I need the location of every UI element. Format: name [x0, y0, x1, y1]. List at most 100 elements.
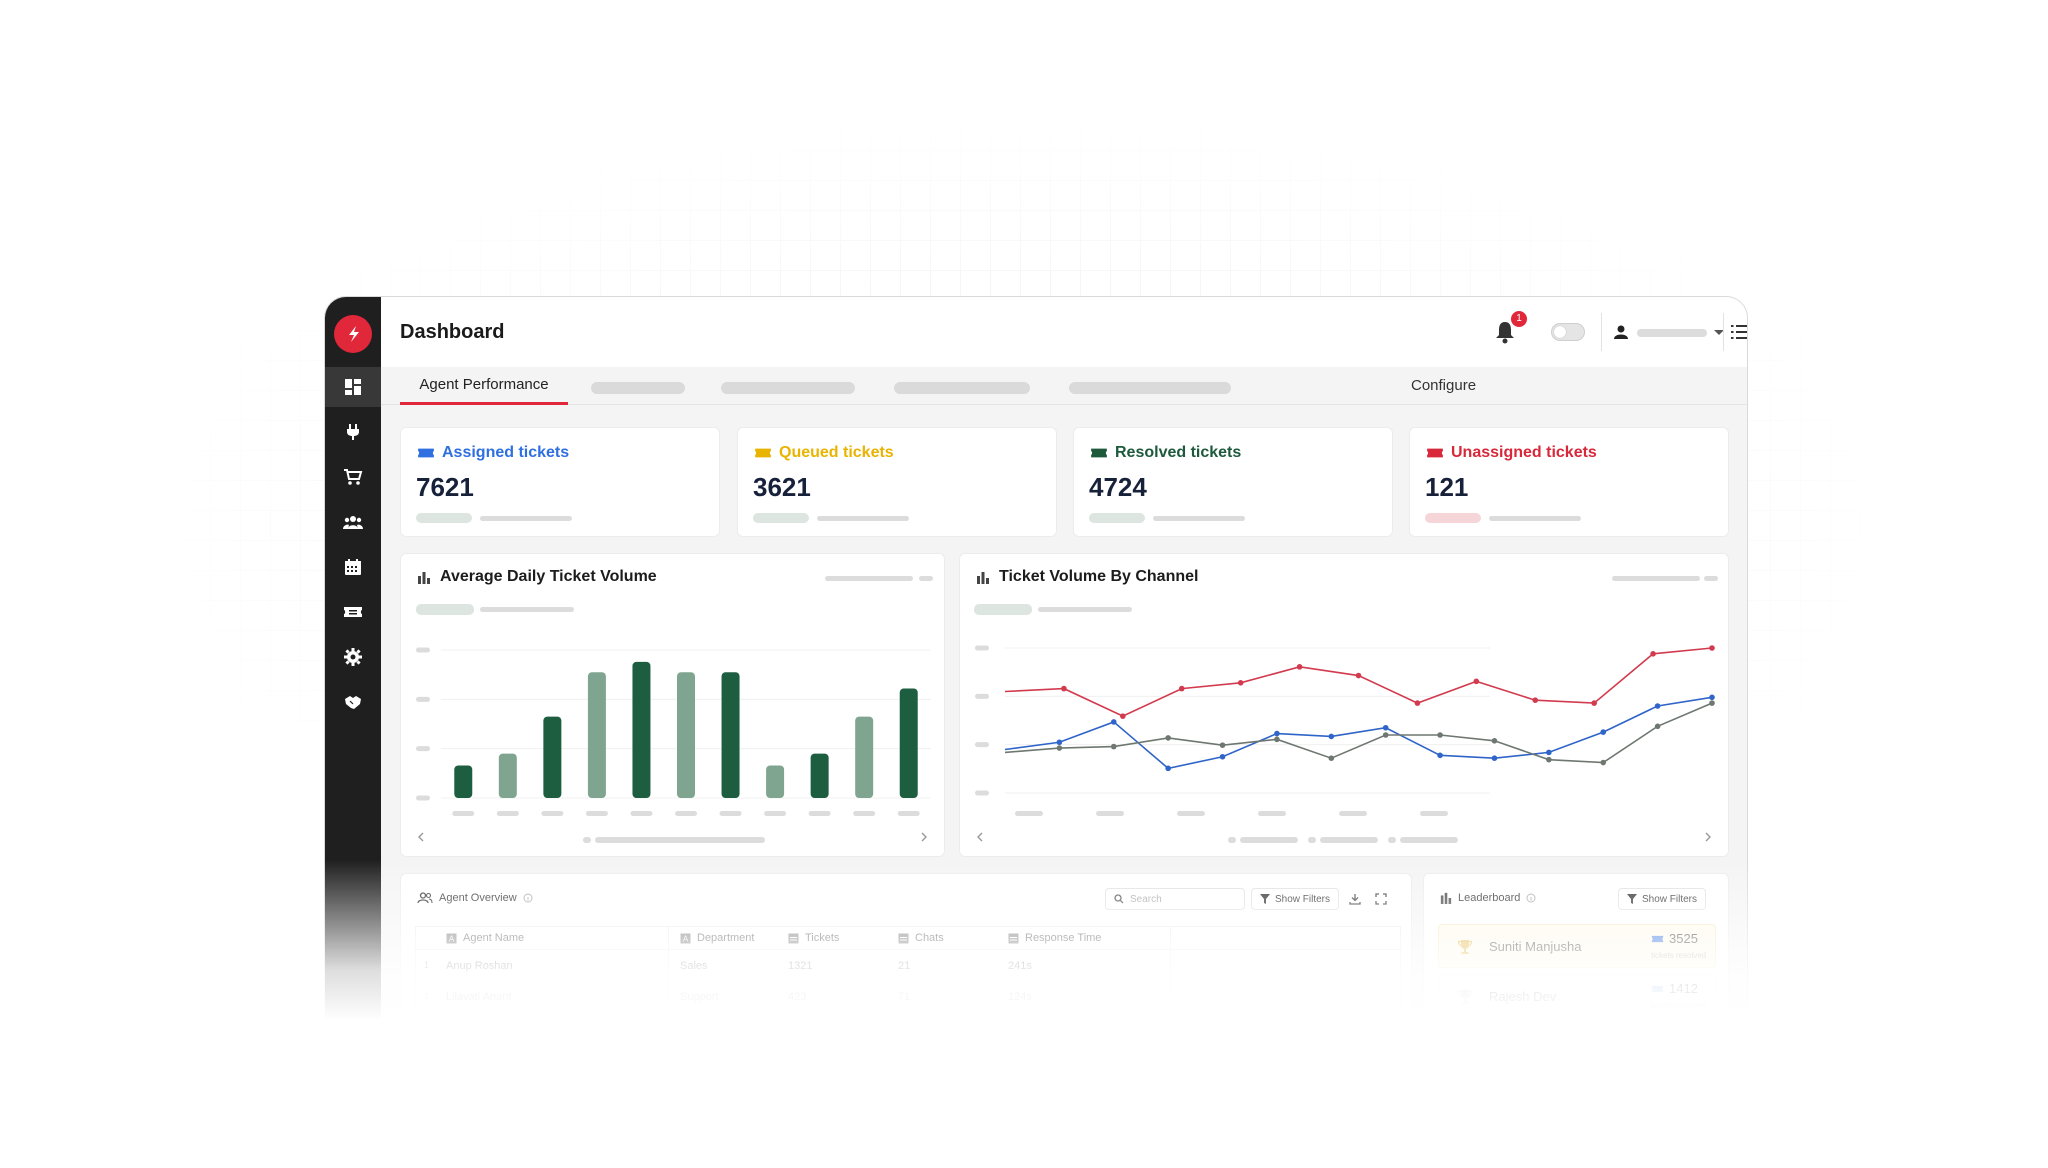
x-tick-label	[719, 811, 742, 816]
chart-title-text: Ticket Volume By Channel	[999, 568, 1199, 585]
leaderboard-item[interactable]: 1121	[1438, 1024, 1716, 1055]
sidebar-item-orders[interactable]	[333, 457, 373, 497]
stat-card-queued[interactable]: Queued tickets 3621	[737, 427, 1057, 537]
data-point	[1056, 739, 1063, 746]
theme-toggle[interactable]	[1551, 323, 1585, 341]
column-label: Response Time	[1025, 932, 1102, 944]
data-point	[1056, 745, 1063, 751]
expand-icon[interactable]	[1375, 893, 1387, 905]
table-row[interactable]: 1 Anup Roshan Sales 1321 21 241s	[416, 951, 1170, 982]
header-divider	[1601, 313, 1602, 351]
stat-value: 121	[1425, 472, 1469, 502]
column-header-agent-name[interactable]: A Agent Name	[446, 927, 524, 949]
tab-placeholder[interactable]	[1069, 382, 1231, 394]
chats: 56	[898, 1022, 911, 1034]
ticket-icon	[1651, 985, 1664, 992]
bar-chart-icon	[977, 572, 989, 584]
stat-title: Queued tickets	[754, 444, 894, 462]
tab-placeholder[interactable]	[721, 382, 855, 394]
chevron-right-icon[interactable]	[1704, 832, 1712, 842]
data-point	[1328, 755, 1335, 761]
x-tick-label	[1177, 811, 1205, 816]
configure-link[interactable]: Configure	[1411, 377, 1476, 394]
chevron-right-icon[interactable]	[920, 832, 928, 842]
ticket-icon	[418, 448, 434, 458]
series-line	[1004, 696, 1713, 770]
stat-card-unassigned[interactable]: Unassigned tickets 121	[1409, 427, 1729, 537]
legend-dot	[1388, 837, 1396, 843]
leaderboard-item[interactable]: Rajesh Dev 1412 tickets resolved	[1438, 974, 1716, 1018]
stat-label: Resolved tickets	[1115, 444, 1242, 461]
download-icon[interactable]	[1349, 893, 1361, 905]
column-header-chats[interactable]: Chats	[898, 927, 944, 949]
sidebar-item-integrations[interactable]	[333, 412, 373, 452]
show-filters-button[interactable]: Show Filters	[1251, 888, 1340, 910]
sidebar-item-support[interactable]	[333, 682, 373, 722]
tickets: 1321	[788, 960, 813, 972]
agent-table: A Agent Name A Department Tickets Chats	[415, 926, 1402, 1055]
data-point	[1437, 732, 1443, 738]
data-point	[1600, 759, 1607, 766]
row-number: 2	[424, 991, 430, 1001]
progress-placeholder	[753, 513, 809, 523]
agent-name: Anup Roshan	[446, 960, 513, 972]
progress-placeholder	[1089, 513, 1145, 523]
tab-placeholder[interactable]	[894, 382, 1030, 394]
sidebar-item-tickets[interactable]	[333, 592, 373, 632]
user-menu[interactable]	[1613, 321, 1724, 343]
stat-card-assigned[interactable]: Assigned tickets 7621	[400, 427, 720, 537]
stat-title: Unassigned tickets	[1426, 444, 1597, 462]
column-header-response-time[interactable]: Response Time	[1008, 927, 1101, 949]
data-point	[1709, 700, 1715, 706]
ticket-icon	[1091, 448, 1107, 458]
data-point	[1061, 685, 1067, 692]
x-tick-label	[853, 811, 876, 816]
legend-placeholder	[1704, 576, 1718, 581]
show-filters-button[interactable]: Show Filters	[1618, 888, 1707, 910]
tickets: 423	[788, 991, 807, 1003]
agent-name: Lilavati Anant	[446, 991, 512, 1003]
info-icon[interactable]	[1526, 893, 1536, 903]
sidebar-item-calendar[interactable]	[333, 547, 373, 587]
y-tick-label	[975, 693, 989, 699]
header-divider	[1723, 313, 1724, 351]
chevron-left-icon[interactable]	[417, 832, 425, 842]
users-icon	[417, 892, 433, 904]
stat-card-resolved[interactable]: Resolved tickets 4724	[1073, 427, 1393, 537]
horizontal-scrollbar[interactable]	[595, 837, 765, 843]
column-header-department[interactable]: A Department	[680, 927, 754, 949]
brand-logo[interactable]	[334, 315, 372, 353]
column-header-tickets[interactable]: Tickets	[788, 927, 839, 949]
bar	[810, 753, 829, 798]
leader-sub: tickets resolved	[1651, 1001, 1707, 1010]
text-placeholder	[1489, 516, 1581, 521]
tab-agent-performance[interactable]: Agent Performance	[400, 367, 568, 405]
response-time: 131s	[1008, 1022, 1032, 1034]
stat-title: Assigned tickets	[417, 444, 569, 462]
x-tick-label	[1339, 811, 1367, 816]
notification-badge: 1	[1511, 311, 1527, 327]
department: Sales	[680, 1022, 708, 1034]
table-row[interactable]: 3 Sekhar Ramakant Sales 321 56 131s	[416, 1013, 1170, 1044]
sidebar-item-dashboard[interactable]	[325, 367, 381, 407]
ticket-icon	[1651, 1035, 1664, 1042]
leaderboard-item[interactable]: Suniti Manjusha 3525 tickets resolved	[1438, 924, 1716, 968]
ticket-icon	[755, 448, 771, 458]
list-menu-icon[interactable]	[1731, 324, 1748, 340]
cart-icon	[344, 469, 363, 485]
sidebar-item-team[interactable]	[333, 502, 373, 542]
column-divider	[1170, 927, 1171, 1055]
sidebar-item-settings[interactable]	[333, 637, 373, 677]
y-tick-label	[975, 790, 989, 796]
chats: 21	[898, 960, 911, 972]
filters-label: Show Filters	[1642, 893, 1698, 905]
bar	[543, 716, 562, 798]
search-input[interactable]: Search	[1105, 888, 1245, 910]
text-placeholder	[480, 516, 572, 521]
tab-placeholder[interactable]	[591, 382, 685, 394]
table-row[interactable]: 2 Lilavati Anant Support 423 71 124s	[416, 982, 1170, 1013]
chats: 71	[898, 991, 911, 1003]
user-icon	[1614, 325, 1628, 339]
info-icon[interactable]	[523, 893, 533, 903]
chevron-left-icon[interactable]	[976, 832, 984, 842]
